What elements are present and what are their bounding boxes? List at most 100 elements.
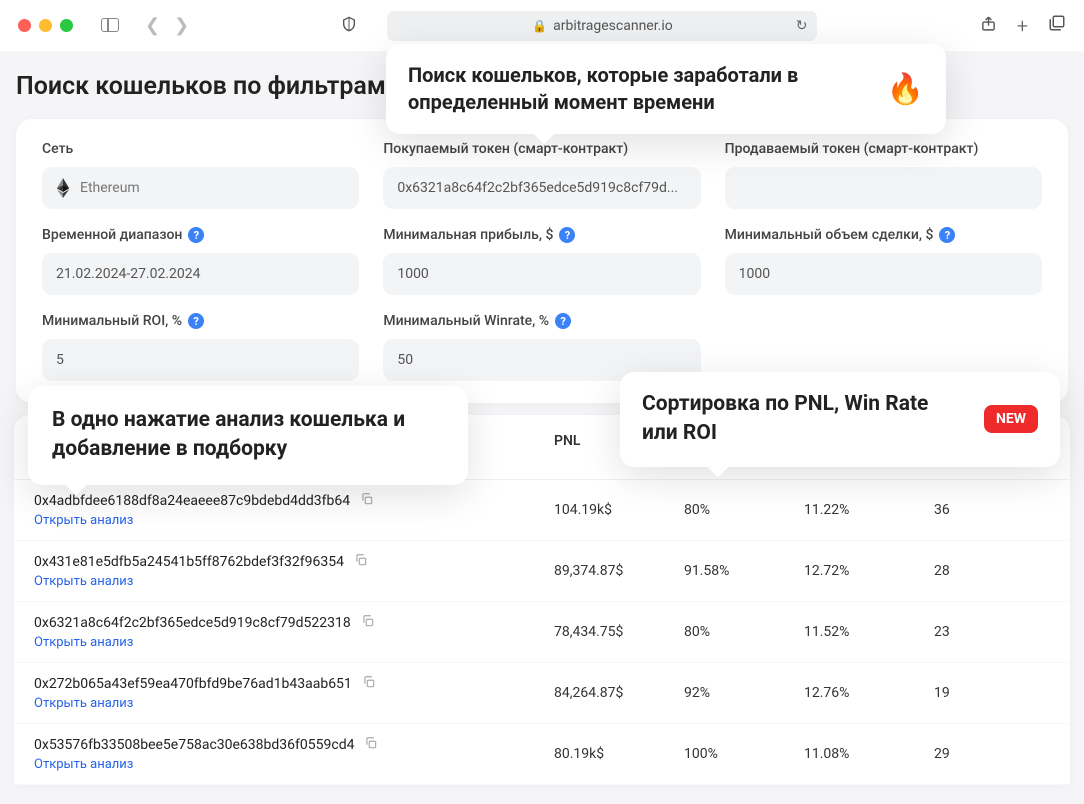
table-row: 0x53576fb33508bee5e758ac30e638bd36f0559c… (14, 724, 1070, 785)
cell-winrate: 80% (684, 502, 804, 518)
time-range-field[interactable] (56, 266, 345, 282)
tabs-icon[interactable] (1048, 14, 1066, 38)
open-analysis-link[interactable]: Открыть анализ (34, 635, 554, 650)
cell-pnl: 78,434.75$ (554, 624, 684, 640)
cell-winrate: 91.58% (684, 563, 804, 579)
open-analysis-link[interactable]: Открыть анализ (34, 574, 554, 589)
cell-roi: 11.08% (804, 746, 934, 762)
minimize-window-button[interactable] (39, 19, 52, 32)
buy-token-field[interactable] (397, 180, 686, 196)
cell-pnl: 80.19k$ (554, 746, 684, 762)
lock-icon: 🔒 (532, 19, 547, 33)
cell-roi: 11.22% (804, 502, 934, 518)
cell-swaps: 29 (934, 746, 1054, 762)
time-range-input[interactable] (42, 253, 359, 295)
min-profit-input[interactable] (383, 253, 700, 295)
share-icon[interactable] (980, 14, 997, 38)
help-icon[interactable]: ? (555, 313, 571, 329)
cell-pnl: 89,374.87$ (554, 563, 684, 579)
filter-min-profit: Минимальная прибыль, $? (383, 227, 700, 295)
table-row: 0x4adbfdee6188df8a24eaeee87c9bdebd4dd3fb… (14, 480, 1070, 541)
filter-sell-token: Продаваемый токен (смарт-контракт) (725, 141, 1042, 209)
open-analysis-link[interactable]: Открыть анализ (34, 513, 554, 528)
filter-buy-token: Покупаемый токен (смарт-контракт) (383, 141, 700, 209)
min-profit-field[interactable] (397, 266, 686, 282)
min-volume-input[interactable] (725, 253, 1042, 295)
new-tab-icon[interactable]: + (1017, 14, 1028, 38)
wallet-address: 0x272b065a43ef59ea470fbfd9be76ad1b43aab6… (34, 675, 554, 693)
cell-swaps: 23 (934, 624, 1054, 640)
copy-icon[interactable] (362, 675, 376, 693)
url-text: arbitragescanner.io (553, 18, 673, 34)
filter-label: Временной диапазон? (42, 227, 359, 243)
nav-arrows: ❮ ❯ (145, 15, 189, 36)
open-analysis-link[interactable]: Открыть анализ (34, 757, 554, 772)
help-icon[interactable]: ? (188, 227, 204, 243)
cell-roi: 12.72% (804, 563, 934, 579)
filter-time-range: Временной диапазон? (42, 227, 359, 295)
cell-roi: 11.52% (804, 624, 934, 640)
back-button[interactable]: ❮ (145, 15, 160, 36)
help-icon[interactable]: ? (559, 227, 575, 243)
copy-icon[interactable] (360, 492, 374, 510)
cell-swaps: 28 (934, 563, 1054, 579)
tooltip-sort: Сортировка по PNL, Win Rate или ROI NEW (620, 372, 1060, 467)
close-window-button[interactable] (18, 19, 31, 32)
filter-min-winrate: Минимальный Winrate, %? (383, 313, 700, 381)
copy-icon[interactable] (364, 736, 378, 754)
min-roi-input[interactable] (42, 339, 359, 381)
network-select[interactable]: Ethereum (42, 167, 359, 209)
filter-label: Продаваемый токен (смарт-контракт) (725, 141, 1042, 157)
table-row: 0x272b065a43ef59ea470fbfd9be76ad1b43aab6… (14, 663, 1070, 724)
table-row: 0x431e81e5dfb5a24541b5ff8762bdef3f32f963… (14, 541, 1070, 602)
filter-label: Минимальный ROI, %? (42, 313, 359, 329)
help-icon[interactable]: ? (939, 227, 955, 243)
copy-icon[interactable] (361, 614, 375, 632)
wallet-address: 0x4adbfdee6188df8a24eaeee87c9bdebd4dd3fb… (34, 492, 554, 510)
tooltip-text: Поиск кошельков, которые заработали в оп… (408, 62, 871, 116)
address-bar[interactable]: 🔒 arbitragescanner.io ↻ (387, 11, 817, 41)
min-roi-field[interactable] (56, 352, 345, 368)
fire-icon: 🔥 (887, 72, 924, 107)
cell-roi: 12.76% (804, 685, 934, 701)
privacy-shield-icon[interactable] (341, 15, 357, 37)
cell-winrate: 92% (684, 685, 804, 701)
tooltip-text: В одно нажатие анализ кошелька и добавле… (52, 406, 444, 465)
cell-pnl: 84,264.87$ (554, 685, 684, 701)
open-analysis-link[interactable]: Открыть анализ (34, 696, 554, 711)
window-controls (18, 19, 73, 32)
filter-label: Минимальный Winrate, %? (383, 313, 700, 329)
new-badge: NEW (984, 405, 1038, 433)
reload-button[interactable]: ↻ (796, 18, 808, 34)
cell-winrate: 80% (684, 624, 804, 640)
help-icon[interactable]: ? (188, 313, 204, 329)
wallet-address: 0x6321a8c64f2c2bf365edce5d919c8cf79d5223… (34, 614, 554, 632)
filter-label: Сеть (42, 141, 359, 157)
wallet-address: 0x431e81e5dfb5a24541b5ff8762bdef3f32f963… (34, 553, 554, 571)
filter-network: Сеть Ethereum (42, 141, 359, 209)
table-row: 0x6321a8c64f2c2bf365edce5d919c8cf79d5223… (14, 602, 1070, 663)
wallet-address: 0x53576fb33508bee5e758ac30e638bd36f0559c… (34, 736, 554, 754)
tooltip-one-click: В одно нажатие анализ кошелька и добавле… (28, 386, 468, 485)
filter-min-volume: Минимальный объем сделки, $? (725, 227, 1042, 295)
filter-label: Минимальная прибыль, $? (383, 227, 700, 243)
cell-swaps: 19 (934, 685, 1054, 701)
min-winrate-field[interactable] (397, 352, 686, 368)
sidebar-toggle-button[interactable] (101, 18, 121, 34)
filter-panel: Сеть Ethereum Покупаемый токен (смарт-ко… (16, 119, 1068, 403)
cell-pnl: 104.19k$ (554, 502, 684, 518)
buy-token-input[interactable] (383, 167, 700, 209)
sell-token-input[interactable] (725, 167, 1042, 209)
ethereum-icon (56, 178, 70, 198)
toolbar-right-icons: + (980, 14, 1066, 38)
min-volume-field[interactable] (739, 266, 1028, 282)
network-value: Ethereum (80, 180, 140, 196)
tooltip-time-search: Поиск кошельков, которые заработали в оп… (386, 44, 946, 134)
filter-label: Покупаемый токен (смарт-контракт) (383, 141, 700, 157)
sell-token-field[interactable] (739, 180, 1028, 196)
copy-icon[interactable] (354, 553, 368, 571)
forward-button[interactable]: ❯ (174, 15, 189, 36)
maximize-window-button[interactable] (60, 19, 73, 32)
cell-winrate: 100% (684, 746, 804, 762)
cell-swaps: 36 (934, 502, 1054, 518)
